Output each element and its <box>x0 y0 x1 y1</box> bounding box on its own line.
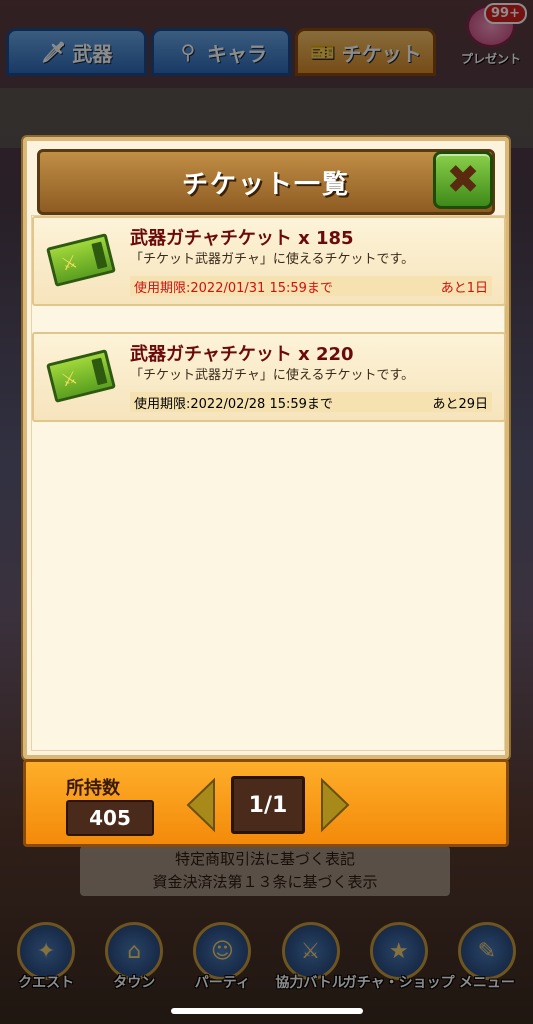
remaining-days: あと1日 <box>440 280 488 296</box>
expiry-date: 使用期限:2022/02/28 15:59まで <box>134 396 333 412</box>
page-indicator: 1/1 <box>231 776 305 834</box>
dialog-header: チケット一覧 <box>37 149 495 215</box>
chevron-left-icon <box>186 777 215 833</box>
ticket-icon: ⚔ <box>46 233 116 287</box>
owned-count: 405 <box>66 800 154 836</box>
sword-icon: ⚔ <box>59 250 80 276</box>
chevron-right-icon <box>321 777 350 833</box>
expiry-date: 使用期限:2022/01/31 15:59まで <box>134 280 333 296</box>
item-description: 「チケット武器ガチャ」に使えるチケットです。 <box>130 252 415 267</box>
close-button[interactable]: ✖ <box>433 151 493 209</box>
dialog-title: チケット一覧 <box>181 169 350 200</box>
item-name: 武器ガチャチケット x 185 <box>130 228 354 249</box>
item-description: 「チケット武器ガチャ」に使えるチケットです。 <box>130 368 415 383</box>
item-expiry: 使用期限:2022/02/28 15:59まで あと29日 <box>130 392 492 412</box>
ticket-list-dialog: チケット一覧 ✖ ⚔ 武器ガチャチケット x 185 「チケット武器ガチャ」に使… <box>23 137 509 759</box>
sword-icon: ⚔ <box>59 366 80 392</box>
home-indicator <box>171 1008 363 1014</box>
ticket-list[interactable]: ⚔ 武器ガチャチケット x 185 「チケット武器ガチャ」に使えるチケットです。… <box>31 215 506 751</box>
owned-label: 所持数 <box>66 778 120 799</box>
item-expiry: 使用期限:2022/01/31 15:59まで あと1日 <box>130 276 492 296</box>
close-icon: ✖ <box>446 157 480 203</box>
ticket-footer: 所持数 405 1/1 <box>23 759 509 847</box>
ticket-icon: ⚔ <box>46 349 116 403</box>
item-name: 武器ガチャチケット x 220 <box>130 344 354 365</box>
remaining-days: あと29日 <box>432 396 488 412</box>
list-item[interactable]: ⚔ 武器ガチャチケット x 185 「チケット武器ガチャ」に使えるチケットです。… <box>32 216 506 306</box>
prev-page-button[interactable] <box>184 776 218 834</box>
list-item[interactable]: ⚔ 武器ガチャチケット x 220 「チケット武器ガチャ」に使えるチケットです。… <box>32 332 506 422</box>
next-page-button[interactable] <box>318 776 352 834</box>
